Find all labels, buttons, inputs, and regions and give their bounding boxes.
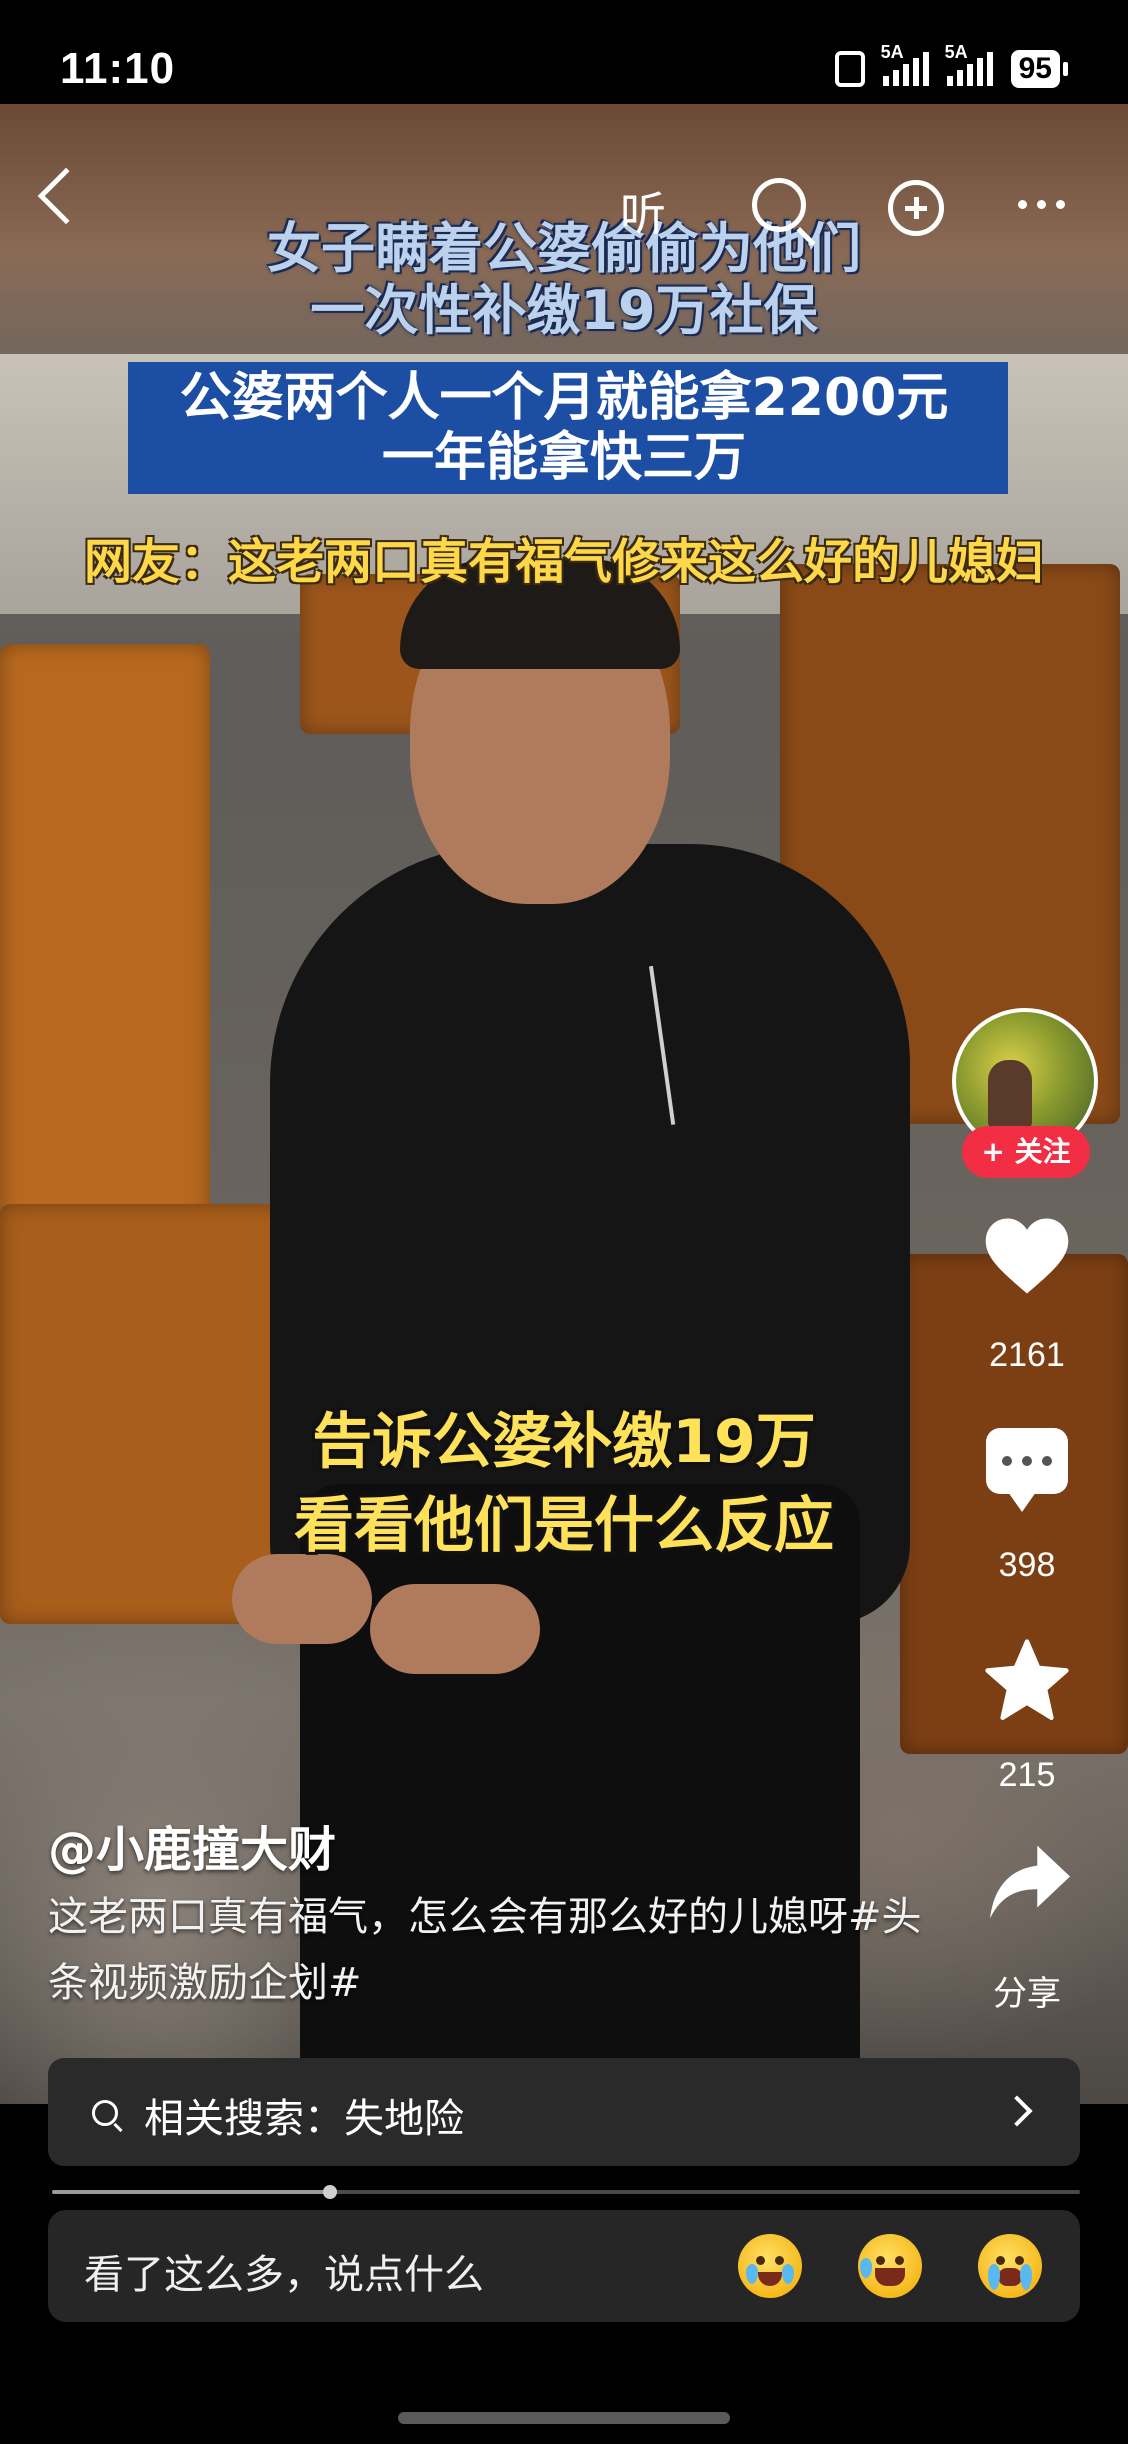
star-icon[interactable] (982, 1636, 1072, 1726)
caption-title-line2: 一次性补缴19万社保 (310, 279, 818, 342)
related-search-text: 相关搜索：失地险 (144, 2096, 464, 2142)
author-name[interactable]: @小鹿撞大财 (48, 1810, 336, 1880)
heart-icon[interactable] (982, 1214, 1072, 1298)
caption-title: 女子瞒着公婆偷偷为他们 一次性补缴19万社保 (0, 218, 1128, 342)
signal-icon-2: 5A (945, 42, 993, 86)
battery-level: 95 (1010, 50, 1060, 88)
caption-blue: 公婆两个人一个月就能拿2200元 一年能拿快三万 (0, 368, 1128, 488)
network-label-1: 5A (880, 42, 904, 62)
video-progress-knob[interactable] (322, 2185, 337, 2199)
share-label[interactable]: 分享 (962, 1966, 1092, 2015)
caption-blue-line2: 一年能拿快三万 (381, 428, 746, 488)
home-indicator[interactable] (398, 2412, 730, 2424)
favorite-count: 215 (998, 1756, 1056, 1794)
more-icon[interactable] (1018, 200, 1065, 209)
signal-icon-1: 5A (881, 42, 929, 86)
caption-middle: 告诉公婆补缴19万 看看他们是什么反应 (0, 1400, 1128, 1568)
related-search-icon (92, 2100, 118, 2126)
battery-icon: 95 (1010, 50, 1068, 88)
status-time: 11:10 (60, 44, 176, 93)
video-progress-fill (52, 2190, 330, 2194)
share-icon[interactable] (986, 1842, 1074, 1922)
video-person-hand-right (370, 1584, 540, 1674)
caption-middle-line1: 告诉公婆补缴19万 (312, 1407, 816, 1477)
emoji-crying-icon[interactable] (738, 2234, 802, 2298)
network-label-2: 5A (944, 42, 968, 62)
video-progress-bar[interactable] (52, 2185, 1080, 2199)
vibrate-icon (834, 51, 865, 87)
add-icon[interactable] (888, 180, 944, 236)
comment-input[interactable]: 看了这么多，说点什么 (48, 2210, 1080, 2322)
chevron-right-icon (1001, 2095, 1033, 2127)
status-bar: 11:10 5A 5A 95 (0, 0, 1128, 110)
caption-middle-line2: 看看他们是什么反应 (294, 1491, 834, 1561)
related-search-bar[interactable]: 相关搜索：失地险 (48, 2058, 1080, 2166)
emoji-sobbing-icon[interactable] (978, 2234, 1042, 2298)
like-count: 2161 (989, 1336, 1065, 1374)
listen-button[interactable]: 听 (620, 178, 666, 244)
emoji-laughing-icon[interactable] (858, 2234, 922, 2298)
search-icon[interactable] (752, 178, 806, 232)
comment-input-placeholder: 看了这么多，说点什么 (84, 2252, 484, 2298)
post-description[interactable]: 这老两口真有福气，怎么会有那么好的儿媳呀#头条视频激励企划# (48, 1884, 928, 2016)
status-icons: 5A 5A 95 (834, 42, 1068, 88)
caption-title-line1: 女子瞒着公婆偷偷为他们 (267, 217, 861, 280)
caption-netizen: 网友：这老两口真有福气修来这么好的儿媳妇 (83, 534, 1044, 590)
follow-button[interactable]: + 关注 (962, 1126, 1090, 1178)
comment-count: 398 (998, 1546, 1056, 1584)
comment-icon[interactable] (986, 1428, 1068, 1512)
caption-blue-line1: 公婆两个人一个月就能拿2200元 (179, 368, 949, 428)
